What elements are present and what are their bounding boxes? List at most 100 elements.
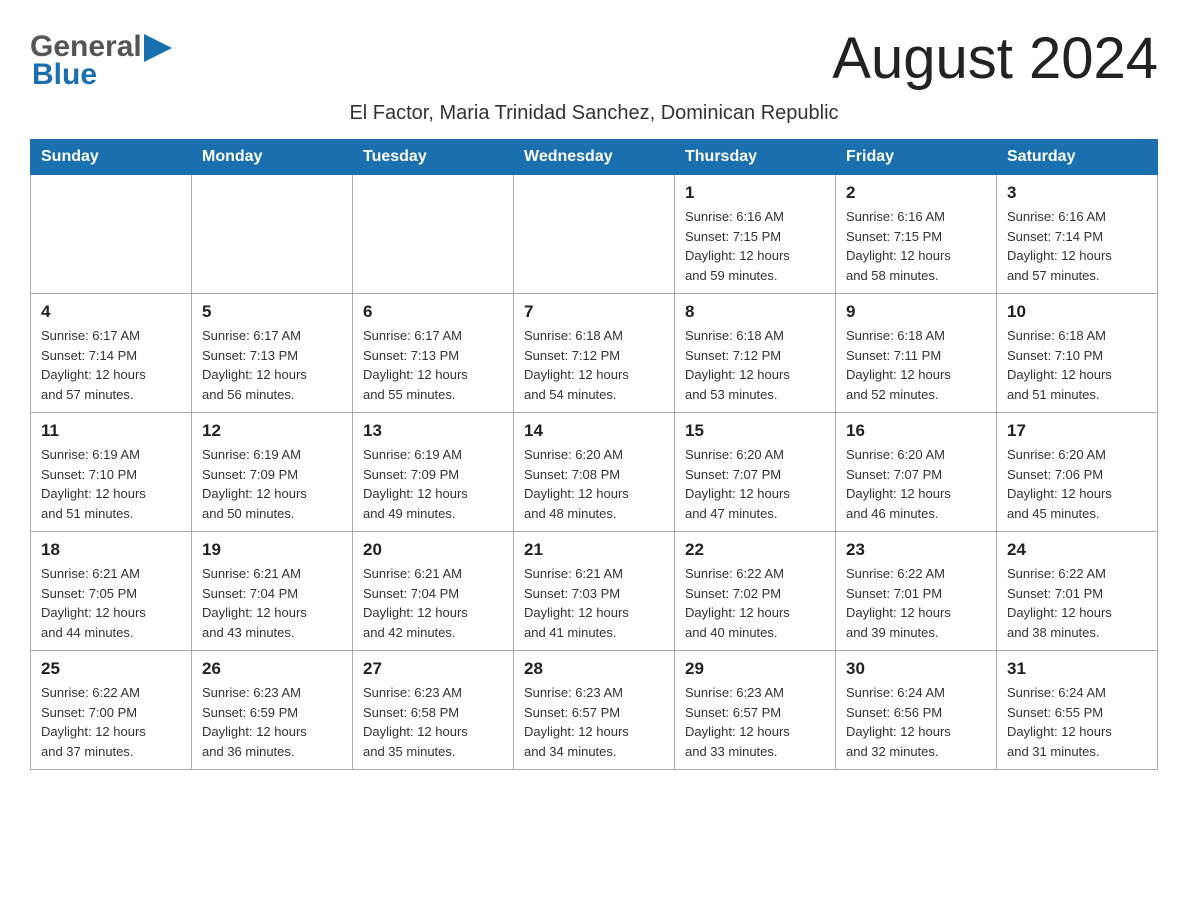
col-header-monday: Monday	[192, 140, 353, 175]
day-number: 5	[202, 302, 342, 322]
day-number: 10	[1007, 302, 1147, 322]
day-cell: 2Sunrise: 6:16 AMSunset: 7:15 PMDaylight…	[836, 175, 997, 294]
day-cell: 18 Sunrise: 6:21 AMSunset: 7:05 PMDayligh…	[31, 532, 192, 651]
day-info: Sunrise: 6:17 AMSunset: 7:13 PMDaylight:…	[363, 326, 503, 404]
day-info: Sunrise: 6:22 AMSunset: 7:00 PMDaylight:…	[41, 683, 181, 761]
day-number: 18	[41, 540, 181, 560]
calendar-header-row: SundayMondayTuesdayWednesdayThursdayFrid…	[31, 140, 1158, 175]
week-row-4: 18 Sunrise: 6:21 AMSunset: 7:05 PMDayligh…	[31, 532, 1158, 651]
day-info: Sunrise: 6:21 AMSunset: 7:04 PMDaylight:…	[363, 564, 503, 642]
day-number: 16	[846, 421, 986, 441]
logo-area: General Blue	[30, 30, 172, 92]
day-info: Sunrise: 6:18 AMSunset: 7:12 PMDaylight:…	[685, 326, 825, 404]
day-cell: 9Sunrise: 6:18 AMSunset: 7:11 PMDaylight…	[836, 294, 997, 413]
day-info: Sunrise: 6:19 AMSunset: 7:10 PMDaylight:…	[41, 445, 181, 523]
day-number: 26	[202, 659, 342, 679]
day-info: Sunrise: 6:22 AMSunset: 7:02 PMDaylight:…	[685, 564, 825, 642]
day-number: 2	[846, 183, 986, 203]
day-cell	[353, 175, 514, 294]
day-cell: 8 Sunrise: 6:18 AMSunset: 7:12 PMDaylight…	[675, 294, 836, 413]
day-cell: 17 Sunrise: 6:20 AMSunset: 7:06 PMDayligh…	[997, 413, 1158, 532]
month-title: August 2024	[832, 30, 1158, 88]
day-cell: 3 Sunrise: 6:16 AMSunset: 7:14 PMDaylight…	[997, 175, 1158, 294]
day-info: Sunrise: 6:17 AMSunset: 7:13 PMDaylight:…	[202, 326, 342, 404]
day-info: Sunrise: 6:22 AMSunset: 7:01 PMDaylight:…	[1007, 564, 1147, 642]
day-info: Sunrise: 6:19 AMSunset: 7:09 PMDaylight:…	[202, 445, 342, 523]
col-header-friday: Friday	[836, 140, 997, 175]
day-number: 3	[1007, 183, 1147, 203]
week-row-3: 11 Sunrise: 6:19 AMSunset: 7:10 PMDayligh…	[31, 413, 1158, 532]
day-info: Sunrise: 6:23 AMSunset: 6:58 PMDaylight:…	[363, 683, 503, 761]
day-info: Sunrise: 6:16 AMSunset: 7:15 PMDaylight:…	[685, 207, 825, 285]
day-number: 11	[41, 421, 181, 441]
day-cell: 1 Sunrise: 6:16 AMSunset: 7:15 PMDaylight…	[675, 175, 836, 294]
day-number: 6	[363, 302, 503, 322]
day-cell: 26 Sunrise: 6:23 AMSunset: 6:59 PMDayligh…	[192, 651, 353, 770]
day-info: Sunrise: 6:18 AMSunset: 7:10 PMDaylight:…	[1007, 326, 1147, 404]
day-number: 27	[363, 659, 503, 679]
day-cell: 23 Sunrise: 6:22 AMSunset: 7:01 PMDayligh…	[836, 532, 997, 651]
day-info: Sunrise: 6:24 AMSunset: 6:56 PMDaylight:…	[846, 683, 986, 761]
day-number: 14	[524, 421, 664, 441]
week-row-5: 25 Sunrise: 6:22 AMSunset: 7:00 PMDayligh…	[31, 651, 1158, 770]
day-info: Sunrise: 6:18 AMSunset: 7:11 PMDaylight:…	[846, 326, 986, 404]
page-header: General Blue August 2024	[30, 30, 1158, 92]
day-number: 12	[202, 421, 342, 441]
day-number: 1	[685, 183, 825, 203]
day-cell	[192, 175, 353, 294]
day-cell: 12 Sunrise: 6:19 AMSunset: 7:09 PMDayligh…	[192, 413, 353, 532]
day-info: Sunrise: 6:16 AMSunset: 7:14 PMDaylight:…	[1007, 207, 1147, 285]
day-cell: 24 Sunrise: 6:22 AMSunset: 7:01 PMDayligh…	[997, 532, 1158, 651]
day-info: Sunrise: 6:21 AMSunset: 7:05 PMDaylight:…	[41, 564, 181, 642]
day-number: 29	[685, 659, 825, 679]
logo-arrow-icon	[144, 34, 172, 62]
day-info: Sunrise: 6:20 AMSunset: 7:08 PMDaylight:…	[524, 445, 664, 523]
day-number: 8	[685, 302, 825, 322]
day-info: Sunrise: 6:20 AMSunset: 7:07 PMDaylight:…	[846, 445, 986, 523]
day-info: Sunrise: 6:21 AMSunset: 7:03 PMDaylight:…	[524, 564, 664, 642]
day-info: Sunrise: 6:21 AMSunset: 7:04 PMDaylight:…	[202, 564, 342, 642]
day-cell: 22Sunrise: 6:22 AMSunset: 7:02 PMDayligh…	[675, 532, 836, 651]
day-cell: 25 Sunrise: 6:22 AMSunset: 7:00 PMDayligh…	[31, 651, 192, 770]
day-cell: 27 Sunrise: 6:23 AMSunset: 6:58 PMDayligh…	[353, 651, 514, 770]
day-info: Sunrise: 6:22 AMSunset: 7:01 PMDaylight:…	[846, 564, 986, 642]
day-number: 25	[41, 659, 181, 679]
col-header-wednesday: Wednesday	[514, 140, 675, 175]
day-cell: 31 Sunrise: 6:24 AMSunset: 6:55 PMDayligh…	[997, 651, 1158, 770]
location-subtitle: El Factor, Maria Trinidad Sanchez, Domin…	[30, 102, 1158, 125]
day-number: 21	[524, 540, 664, 560]
day-number: 7	[524, 302, 664, 322]
day-cell: 16 Sunrise: 6:20 AMSunset: 7:07 PMDayligh…	[836, 413, 997, 532]
day-info: Sunrise: 6:19 AMSunset: 7:09 PMDaylight:…	[363, 445, 503, 523]
day-info: Sunrise: 6:20 AMSunset: 7:07 PMDaylight:…	[685, 445, 825, 523]
day-cell: 11 Sunrise: 6:19 AMSunset: 7:10 PMDayligh…	[31, 413, 192, 532]
day-cell: 14 Sunrise: 6:20 AMSunset: 7:08 PMDayligh…	[514, 413, 675, 532]
day-info: Sunrise: 6:23 AMSunset: 6:59 PMDaylight:…	[202, 683, 342, 761]
day-cell	[31, 175, 192, 294]
day-number: 13	[363, 421, 503, 441]
day-number: 23	[846, 540, 986, 560]
day-cell: 20 Sunrise: 6:21 AMSunset: 7:04 PMDayligh…	[353, 532, 514, 651]
day-number: 17	[1007, 421, 1147, 441]
day-info: Sunrise: 6:24 AMSunset: 6:55 PMDaylight:…	[1007, 683, 1147, 761]
day-number: 19	[202, 540, 342, 560]
calendar-table: SundayMondayTuesdayWednesdayThursdayFrid…	[30, 139, 1158, 770]
day-info: Sunrise: 6:23 AMSunset: 6:57 PMDaylight:…	[685, 683, 825, 761]
day-number: 4	[41, 302, 181, 322]
day-cell: 15 Sunrise: 6:20 AMSunset: 7:07 PMDayligh…	[675, 413, 836, 532]
col-header-thursday: Thursday	[675, 140, 836, 175]
day-number: 28	[524, 659, 664, 679]
day-number: 31	[1007, 659, 1147, 679]
day-cell: 5 Sunrise: 6:17 AMSunset: 7:13 PMDaylight…	[192, 294, 353, 413]
day-number: 30	[846, 659, 986, 679]
day-cell	[514, 175, 675, 294]
col-header-saturday: Saturday	[997, 140, 1158, 175]
day-cell: 10 Sunrise: 6:18 AMSunset: 7:10 PMDayligh…	[997, 294, 1158, 413]
day-number: 24	[1007, 540, 1147, 560]
day-number: 15	[685, 421, 825, 441]
day-cell: 4Sunrise: 6:17 AMSunset: 7:14 PMDaylight…	[31, 294, 192, 413]
day-cell: 30 Sunrise: 6:24 AMSunset: 6:56 PMDayligh…	[836, 651, 997, 770]
day-number: 20	[363, 540, 503, 560]
day-info: Sunrise: 6:20 AMSunset: 7:06 PMDaylight:…	[1007, 445, 1147, 523]
day-cell: 13 Sunrise: 6:19 AMSunset: 7:09 PMDayligh…	[353, 413, 514, 532]
